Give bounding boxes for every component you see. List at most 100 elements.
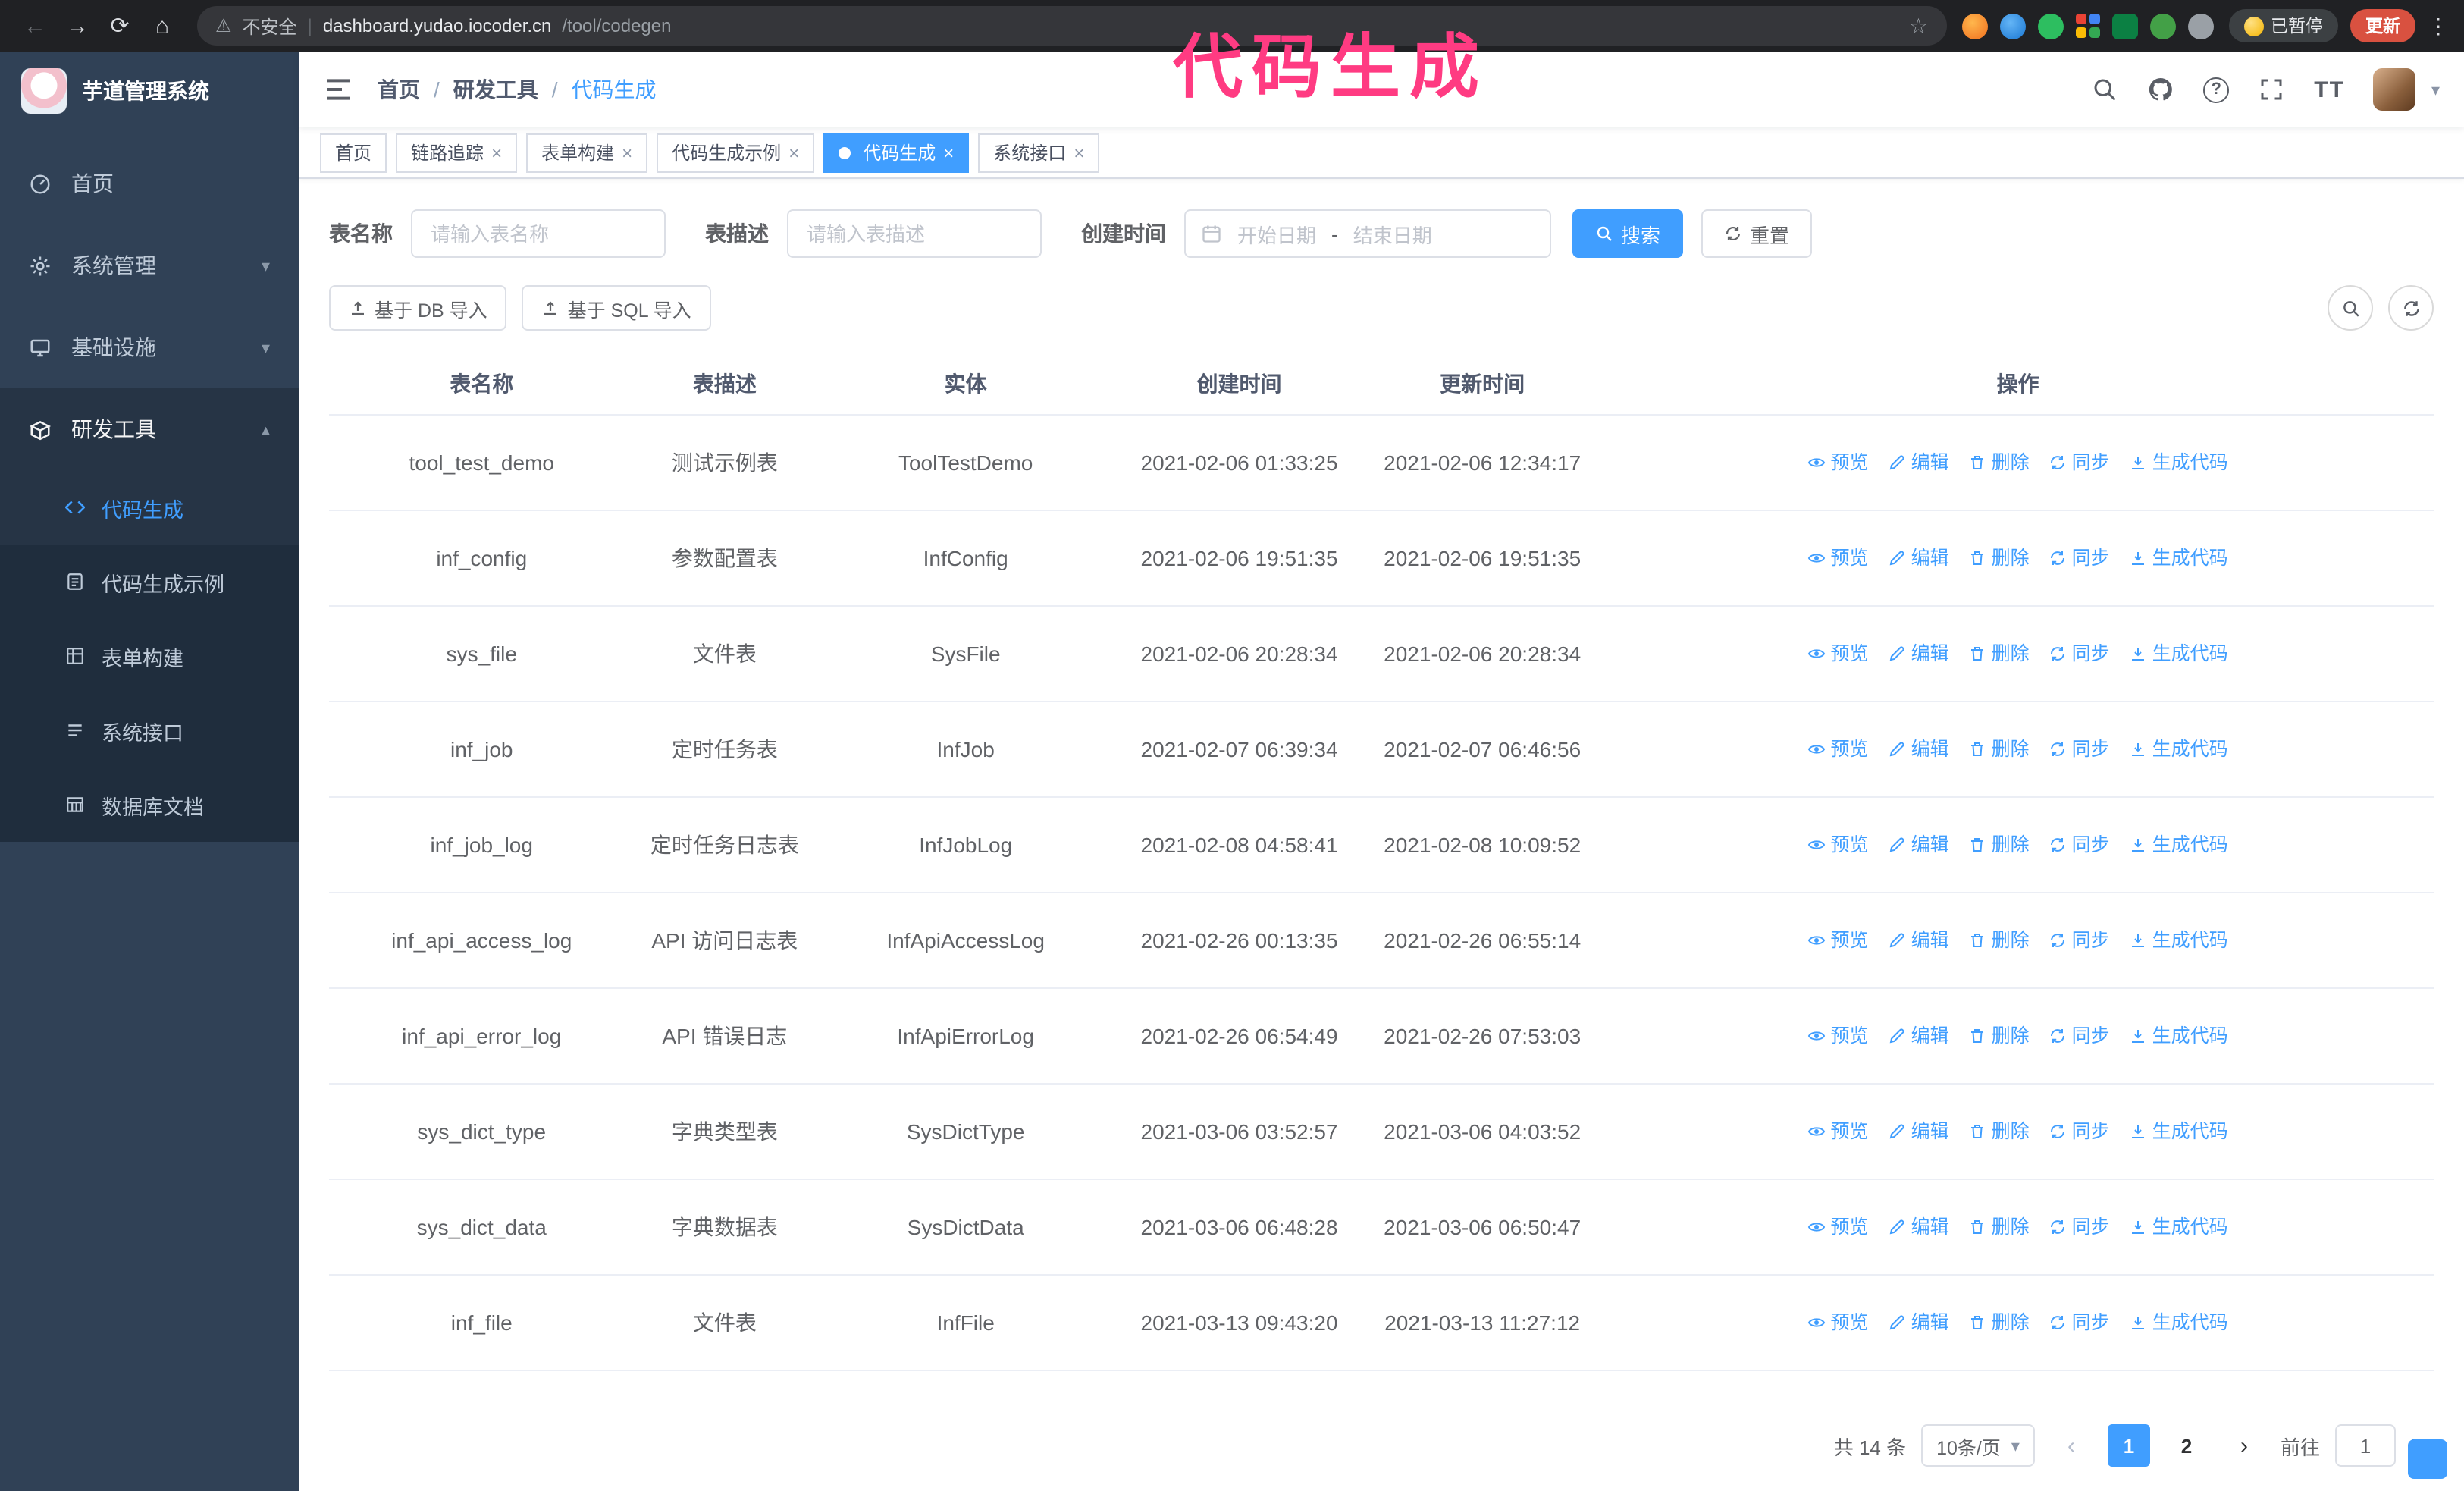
close-icon[interactable]: × <box>943 142 954 163</box>
preview-link[interactable]: 预览 <box>1808 1306 1869 1339</box>
delete-link[interactable]: 删除 <box>1969 733 2030 766</box>
generate-code-link[interactable]: 生成代码 <box>2130 733 2228 766</box>
import-sql-button[interactable]: 基于 SQL 导入 <box>522 285 711 331</box>
puzzle-extension-icon[interactable] <box>2187 13 2213 39</box>
avatar-caret-icon[interactable]: ▾ <box>2431 80 2440 99</box>
preview-link[interactable]: 预览 <box>1808 446 1869 479</box>
breadcrumb-devtools[interactable]: 研发工具 <box>453 74 538 105</box>
browser-update-button[interactable]: 更新 <box>2350 9 2415 42</box>
toggle-search-button[interactable] <box>2328 285 2373 331</box>
page-button-2[interactable]: 2 <box>2165 1424 2208 1467</box>
hamburger-icon[interactable] <box>323 74 353 105</box>
extension-icon[interactable] <box>1999 13 2025 39</box>
sync-link[interactable]: 同步 <box>2049 637 2110 670</box>
sync-link[interactable]: 同步 <box>2049 1019 2110 1053</box>
extension-icon[interactable] <box>2111 13 2137 39</box>
preview-link[interactable]: 预览 <box>1808 828 1869 862</box>
app-logo[interactable]: 芋道管理系统 <box>0 52 299 130</box>
next-page-button[interactable]: › <box>2222 1424 2265 1467</box>
sync-link[interactable]: 同步 <box>2049 446 2110 479</box>
sync-link[interactable]: 同步 <box>2049 1115 2110 1148</box>
preview-link[interactable]: 预览 <box>1808 1019 1869 1053</box>
delete-link[interactable]: 删除 <box>1969 924 2030 957</box>
close-icon[interactable]: × <box>1074 142 1084 163</box>
sync-link[interactable]: 同步 <box>2049 1210 2110 1244</box>
paused-badge[interactable]: 已暂停 <box>2228 9 2338 42</box>
extension-icon[interactable] <box>2149 13 2175 39</box>
help-icon[interactable]: ? <box>2203 77 2230 102</box>
generate-code-link[interactable]: 生成代码 <box>2130 828 2228 862</box>
browser-home-icon[interactable]: ⌂ <box>143 6 182 46</box>
preview-link[interactable]: 预览 <box>1808 637 1869 670</box>
edit-link[interactable]: 编辑 <box>1889 924 1949 957</box>
close-icon[interactable]: × <box>622 142 632 163</box>
browser-forward-icon[interactable]: → <box>58 6 97 46</box>
generate-code-link[interactable]: 生成代码 <box>2130 637 2228 670</box>
generate-code-link[interactable]: 生成代码 <box>2130 1306 2228 1339</box>
date-range-picker[interactable]: 开始日期 - 结束日期 <box>1184 209 1551 258</box>
tab-codegen-example[interactable]: 代码生成示例 × <box>657 133 815 172</box>
prev-page-button[interactable]: ‹ <box>2049 1424 2093 1467</box>
sidebar-item-system-api[interactable]: 系统接口 <box>0 693 299 767</box>
preview-link[interactable]: 预览 <box>1808 924 1869 957</box>
edit-link[interactable]: 编辑 <box>1889 1306 1949 1339</box>
github-icon[interactable] <box>2147 76 2174 103</box>
edit-link[interactable]: 编辑 <box>1889 733 1949 766</box>
generate-code-link[interactable]: 生成代码 <box>2130 541 2228 575</box>
table-name-input[interactable] <box>411 209 666 258</box>
edit-link[interactable]: 编辑 <box>1889 828 1949 862</box>
edit-link[interactable]: 编辑 <box>1889 541 1949 575</box>
tab-system-api[interactable]: 系统接口 × <box>978 133 1100 172</box>
bookmark-star-icon[interactable]: ☆ <box>1909 13 1928 39</box>
edit-link[interactable]: 编辑 <box>1889 1019 1949 1053</box>
table-desc-input[interactable] <box>787 209 1042 258</box>
sync-link[interactable]: 同步 <box>2049 541 2110 575</box>
browser-menu-icon[interactable]: ⋮ <box>2428 13 2449 39</box>
sidebar-item-codegen[interactable]: 代码生成 <box>0 470 299 545</box>
sidebar-item-infra[interactable]: 基础设施 ▾ <box>0 306 299 388</box>
sidebar-item-form-builder[interactable]: 表单构建 <box>0 619 299 693</box>
generate-code-link[interactable]: 生成代码 <box>2130 1019 2228 1053</box>
floating-button[interactable] <box>2408 1439 2447 1479</box>
delete-link[interactable]: 删除 <box>1969 1019 2030 1053</box>
reset-button[interactable]: 重置 <box>1701 209 1813 258</box>
delete-link[interactable]: 删除 <box>1969 541 2030 575</box>
tab-codegen[interactable]: 代码生成 × <box>823 133 970 172</box>
generate-code-link[interactable]: 生成代码 <box>2130 1115 2228 1148</box>
close-icon[interactable]: × <box>788 142 799 163</box>
preview-link[interactable]: 预览 <box>1808 733 1869 766</box>
edit-link[interactable]: 编辑 <box>1889 637 1949 670</box>
delete-link[interactable]: 删除 <box>1969 1210 2030 1244</box>
preview-link[interactable]: 预览 <box>1808 1210 1869 1244</box>
sidebar-item-system[interactable]: 系统管理 ▾ <box>0 224 299 306</box>
extension-icon[interactable] <box>1961 13 1987 39</box>
sidebar-item-db-doc[interactable]: 数据库文档 <box>0 767 299 842</box>
sync-link[interactable]: 同步 <box>2049 828 2110 862</box>
security-label[interactable]: 不安全 <box>243 13 297 39</box>
edit-link[interactable]: 编辑 <box>1889 446 1949 479</box>
preview-link[interactable]: 预览 <box>1808 541 1869 575</box>
sync-link[interactable]: 同步 <box>2049 733 2110 766</box>
generate-code-link[interactable]: 生成代码 <box>2130 924 2228 957</box>
tab-home[interactable]: 首页 <box>320 133 387 172</box>
refresh-table-button[interactable] <box>2388 285 2434 331</box>
breadcrumb-home[interactable]: 首页 <box>378 74 420 105</box>
extension-grid-icon[interactable] <box>2075 14 2099 38</box>
delete-link[interactable]: 删除 <box>1969 1306 2030 1339</box>
browser-reload-icon[interactable]: ⟳ <box>100 6 140 46</box>
extension-icon[interactable] <box>2037 13 2063 39</box>
delete-link[interactable]: 删除 <box>1969 1115 2030 1148</box>
tab-tracing[interactable]: 链路追踪 × <box>396 133 518 172</box>
generate-code-link[interactable]: 生成代码 <box>2130 446 2228 479</box>
import-db-button[interactable]: 基于 DB 导入 <box>329 285 507 331</box>
close-icon[interactable]: × <box>491 142 502 163</box>
delete-link[interactable]: 删除 <box>1969 828 2030 862</box>
tab-form-builder[interactable]: 表单构建 × <box>526 133 648 172</box>
sidebar-item-devtools[interactable]: 研发工具 ▴ <box>0 388 299 470</box>
delete-link[interactable]: 删除 <box>1969 446 2030 479</box>
delete-link[interactable]: 删除 <box>1969 637 2030 670</box>
user-avatar[interactable] <box>2373 68 2416 111</box>
browser-back-icon[interactable]: ← <box>15 6 55 46</box>
fullscreen-icon[interactable] <box>2258 76 2285 103</box>
search-icon[interactable] <box>2091 76 2118 103</box>
